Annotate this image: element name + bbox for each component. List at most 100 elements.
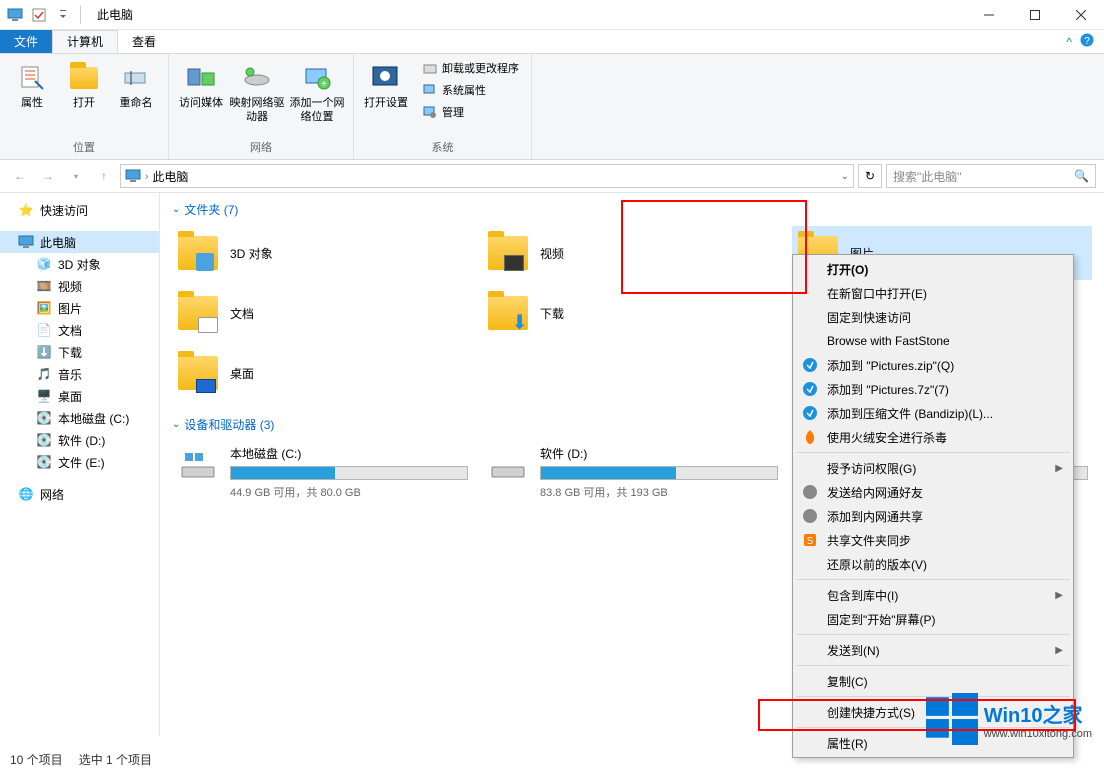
close-button[interactable]: [1058, 0, 1104, 30]
sidebar-item-downloads[interactable]: ⬇️下载: [0, 341, 159, 363]
sidebar-item-documents[interactable]: 📄文档: [0, 319, 159, 341]
back-button[interactable]: ←: [8, 164, 32, 188]
menu-add-7z[interactable]: 添加到 "Pictures.7z"(7): [795, 377, 1071, 401]
menu-huorong-scan[interactable]: 使用火绒安全进行杀毒: [795, 425, 1071, 449]
submenu-arrow-icon: ▶: [1055, 590, 1063, 601]
folder-icon: [176, 351, 220, 395]
sidebar-this-pc[interactable]: 此电脑: [0, 231, 159, 253]
sidebar-item-drive-e[interactable]: 💽文件 (E:): [0, 451, 159, 473]
address-bar[interactable]: › 此电脑 ⌄: [120, 164, 854, 188]
ribbon-tabs: 文件 计算机 查看 ^ ?: [0, 30, 1104, 54]
watermark-url: www.win10xitong.com: [984, 728, 1092, 740]
access-media-button[interactable]: 访问媒体: [177, 58, 225, 114]
bandizip-icon: [801, 404, 819, 422]
menu-include-in-library[interactable]: 包含到库中(I)▶: [795, 583, 1071, 607]
huorong-icon: [801, 428, 819, 446]
address-dropdown-icon[interactable]: ⌄: [841, 171, 849, 182]
forward-button[interactable]: →: [36, 164, 60, 188]
minimize-button[interactable]: [966, 0, 1012, 30]
map-drive-button[interactable]: 映射网络驱动器: [229, 58, 285, 128]
menu-separator: [796, 579, 1070, 580]
drive-d[interactable]: 软件 (D:)83.8 GB 可用，共 193 GB: [482, 441, 782, 504]
open-settings-button[interactable]: 打开设置: [362, 58, 410, 114]
properties-button[interactable]: 属性: [8, 58, 56, 114]
qat-dropdown-icon[interactable]: [52, 4, 74, 26]
ribbon-group-network: 访问媒体 映射网络驱动器 +添加一个网络位置 网络: [169, 54, 354, 159]
star-icon: ⭐: [18, 202, 34, 218]
folder-downloads[interactable]: ⬇下载: [482, 286, 782, 340]
separator: [80, 6, 81, 24]
up-button[interactable]: ↑: [92, 164, 116, 188]
sidebar-item-videos[interactable]: 🎞️视频: [0, 275, 159, 297]
sync-icon: S: [801, 531, 819, 549]
document-icon: 📄: [36, 322, 52, 338]
sidebar-item-drive-c[interactable]: 💽本地磁盘 (C:): [0, 407, 159, 429]
music-icon: 🎵: [36, 366, 52, 382]
drive-icon: [486, 445, 530, 489]
checkbox-icon[interactable]: [28, 4, 50, 26]
breadcrumb-chevron-icon[interactable]: ›: [145, 171, 148, 182]
tab-view[interactable]: 查看: [118, 30, 170, 53]
drive-icon: 💽: [36, 454, 52, 470]
folders-section-header[interactable]: ⌄文件夹 (7): [172, 201, 1092, 218]
manage-button[interactable]: 管理: [418, 102, 523, 122]
sidebar-quick-access[interactable]: ⭐快速访问: [0, 199, 159, 221]
selection-count: 选中 1 个项目: [79, 751, 152, 768]
menu-add-zip[interactable]: 添加到 "Pictures.zip"(Q): [795, 353, 1071, 377]
drive-icon: 💽: [36, 410, 52, 426]
sidebar-item-3d[interactable]: 🧊3D 对象: [0, 253, 159, 275]
group-label: 位置: [8, 137, 160, 155]
menu-copy[interactable]: 复制(C): [795, 669, 1071, 693]
help-icon[interactable]: ?: [1080, 33, 1094, 50]
breadcrumb-item[interactable]: 此电脑: [152, 168, 188, 185]
menu-faststone[interactable]: Browse with FastStone: [795, 329, 1071, 353]
refresh-button[interactable]: ↻: [858, 164, 882, 188]
menu-pin-to-start[interactable]: 固定到"开始"屏幕(P): [795, 607, 1071, 631]
menu-grant-access[interactable]: 授予访问权限(G)▶: [795, 456, 1071, 480]
maximize-button[interactable]: [1012, 0, 1058, 30]
ribbon-group-system: 打开设置 卸载或更改程序 系统属性 管理 系统: [354, 54, 532, 159]
open-button[interactable]: 打开: [60, 58, 108, 114]
folder-videos[interactable]: 视频: [482, 226, 782, 280]
menu-open-new-window[interactable]: 在新窗口中打开(E): [795, 281, 1071, 305]
this-pc-icon[interactable]: [4, 4, 26, 26]
item-count: 10 个项目: [10, 751, 63, 768]
ribbon-group-location: 属性 打开 重命名 位置: [0, 54, 169, 159]
add-network-location-button[interactable]: +添加一个网络位置: [289, 58, 345, 128]
system-properties-button[interactable]: 系统属性: [418, 80, 523, 100]
sidebar-item-drive-d[interactable]: 💽软件 (D:): [0, 429, 159, 451]
history-dropdown[interactable]: ▾: [64, 164, 88, 188]
collapse-ribbon-icon[interactable]: ^: [1066, 35, 1072, 49]
this-pc-icon: [18, 234, 34, 250]
folder-desktop[interactable]: 桌面: [172, 346, 472, 400]
search-icon[interactable]: 🔍: [1074, 169, 1089, 183]
navbar: ← → ▾ ↑ › 此电脑 ⌄ ↻ 搜索"此电脑" 🔍: [0, 160, 1104, 192]
desktop-icon: 🖥️: [36, 388, 52, 404]
menu-add-intranet-share[interactable]: 添加到内网通共享: [795, 504, 1071, 528]
menu-send-friends[interactable]: 发送给内网通好友: [795, 480, 1071, 504]
uninstall-button[interactable]: 卸载或更改程序: [418, 58, 523, 78]
tab-computer[interactable]: 计算机: [52, 30, 118, 53]
sidebar-item-desktop[interactable]: 🖥️桌面: [0, 385, 159, 407]
drive-c[interactable]: 本地磁盘 (C:)44.9 GB 可用，共 80.0 GB: [172, 441, 472, 504]
tab-file[interactable]: 文件: [0, 30, 52, 53]
picture-icon: 🖼️: [36, 300, 52, 316]
folder-icon: [176, 231, 220, 275]
sidebar-item-music[interactable]: 🎵音乐: [0, 363, 159, 385]
sidebar-item-pictures[interactable]: 🖼️图片: [0, 297, 159, 319]
rename-button[interactable]: 重命名: [112, 58, 160, 114]
cube-icon: 🧊: [36, 256, 52, 272]
folder-documents[interactable]: 文档: [172, 286, 472, 340]
folder-3d-objects[interactable]: 3D 对象: [172, 226, 472, 280]
film-icon: 🎞️: [36, 278, 52, 294]
menu-send-to[interactable]: 发送到(N)▶: [795, 638, 1071, 662]
menu-add-compressed[interactable]: 添加到压缩文件 (Bandizip)(L)...: [795, 401, 1071, 425]
search-box[interactable]: 搜索"此电脑" 🔍: [886, 164, 1096, 188]
menu-restore-previous[interactable]: 还原以前的版本(V): [795, 552, 1071, 576]
menu-pin-quick-access[interactable]: 固定到快速访问: [795, 305, 1071, 329]
sidebar-network[interactable]: 🌐网络: [0, 483, 159, 505]
group-label: 网络: [177, 137, 345, 155]
intranet-icon: [801, 507, 819, 525]
menu-sync-folder[interactable]: S共享文件夹同步: [795, 528, 1071, 552]
menu-open[interactable]: 打开(O): [795, 257, 1071, 281]
